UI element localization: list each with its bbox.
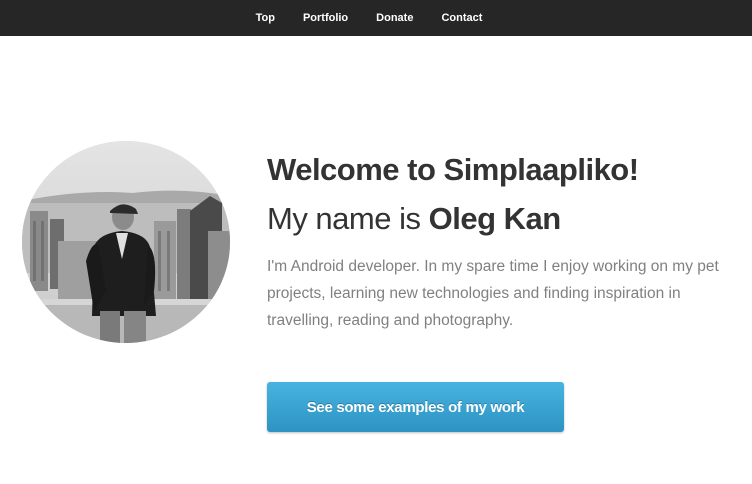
see-examples-button[interactable]: See some examples of my work bbox=[267, 382, 564, 432]
profile-photo bbox=[22, 141, 230, 343]
bio-paragraph: I'm Android developer. In my spare time … bbox=[267, 258, 719, 329]
hero-content: Welcome to Simplaapliko! My name is Oleg… bbox=[267, 150, 737, 334]
top-navbar: Top Portfolio Donate Contact bbox=[0, 0, 752, 36]
nav-link-contact[interactable]: Contact bbox=[441, 12, 482, 24]
nav-link-portfolio[interactable]: Portfolio bbox=[303, 12, 348, 24]
owner-name: Oleg Kan bbox=[428, 201, 562, 236]
name-heading: My name is Oleg Kan bbox=[267, 199, 737, 239]
nav-link-donate[interactable]: Donate bbox=[376, 12, 413, 24]
name-prefix: My name is bbox=[267, 201, 429, 236]
nav-link-top[interactable]: Top bbox=[256, 12, 275, 24]
welcome-heading: Welcome to Simplaapliko! bbox=[267, 152, 639, 187]
